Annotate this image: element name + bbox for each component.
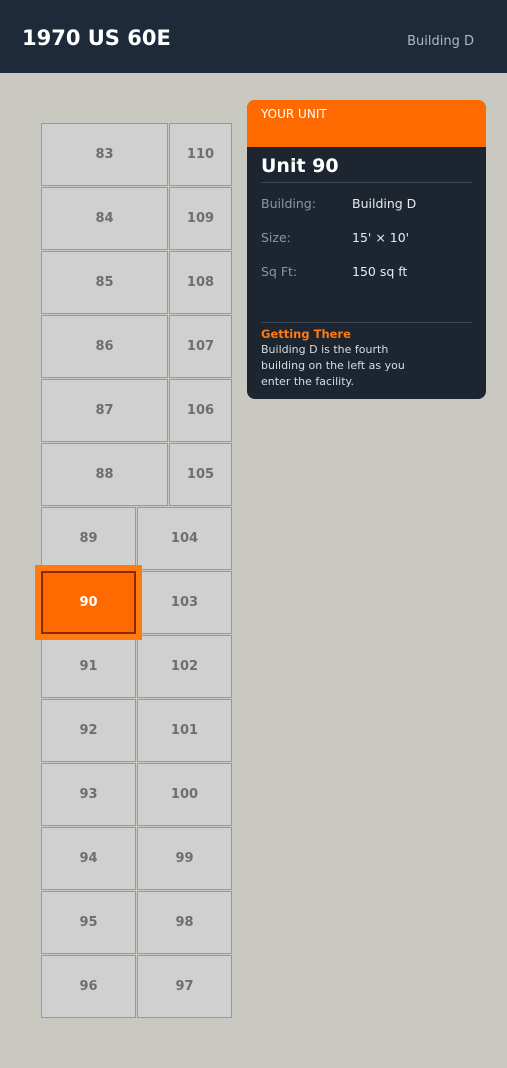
unit-cell[interactable]: 96 <box>41 955 136 1018</box>
unit-cell[interactable]: 108 <box>169 251 232 314</box>
size-row-value: 15' × 10' <box>352 230 410 245</box>
unit-cell[interactable]: 86 <box>41 315 168 378</box>
directions-title: Getting There <box>261 327 351 341</box>
building-label: Building D <box>407 34 474 49</box>
card-eyebrow: YOUR UNIT <box>261 107 327 121</box>
sqft-row-label: Sq Ft: <box>261 264 298 279</box>
unit-cell[interactable]: 100 <box>137 763 232 826</box>
unit-cell[interactable]: 88 <box>41 443 168 506</box>
unit-info-card: YOUR UNIT Unit 90 Building: Building D S… <box>247 100 486 399</box>
unit-cell[interactable]: 104 <box>137 507 232 570</box>
card-header: YOUR UNIT <box>247 100 486 147</box>
unit-cell[interactable]: 89 <box>41 507 136 570</box>
unit-cell[interactable]: 92 <box>41 699 136 762</box>
unit-cell[interactable]: 84 <box>41 187 168 250</box>
unit-cell[interactable]: 97 <box>137 955 232 1018</box>
unit-cell[interactable]: 95 <box>41 891 136 954</box>
unit-title: Unit 90 <box>261 155 339 177</box>
directions-text: Building D is the fourth building on the… <box>261 343 405 388</box>
divider <box>261 322 472 323</box>
unit-cell[interactable]: 87 <box>41 379 168 442</box>
unit-cell[interactable]: 102 <box>137 635 232 698</box>
unit-cell[interactable]: 107 <box>169 315 232 378</box>
unit-cell[interactable]: 109 <box>169 187 232 250</box>
unit-cell[interactable]: 98 <box>137 891 232 954</box>
sqft-row-value: 150 sq ft <box>352 264 408 279</box>
unit-cell[interactable]: 83 <box>41 123 168 186</box>
unit-cell[interactable]: 106 <box>169 379 232 442</box>
building-row-label: Building: <box>261 196 316 211</box>
size-row-label: Size: <box>261 230 291 245</box>
selected-unit[interactable]: 90 <box>41 571 136 634</box>
unit-cell[interactable]: 93 <box>41 763 136 826</box>
unit-cell[interactable]: 110 <box>169 123 232 186</box>
unit-cell[interactable]: 85 <box>41 251 168 314</box>
unit-cell[interactable]: 105 <box>169 443 232 506</box>
unit-cell[interactable]: 94 <box>41 827 136 890</box>
divider <box>261 182 472 183</box>
unit-cell[interactable]: 91 <box>41 635 136 698</box>
unit-cell[interactable]: 101 <box>137 699 232 762</box>
building-row-value: Building D <box>352 196 417 211</box>
unit-cell[interactable]: 99 <box>137 827 232 890</box>
unit-map: 83 84 85 86 87 88 110 109 108 107 106 105 89 90 91 92 93… <box>0 0 240 1068</box>
unit-cell[interactable]: 103 <box>137 571 232 634</box>
